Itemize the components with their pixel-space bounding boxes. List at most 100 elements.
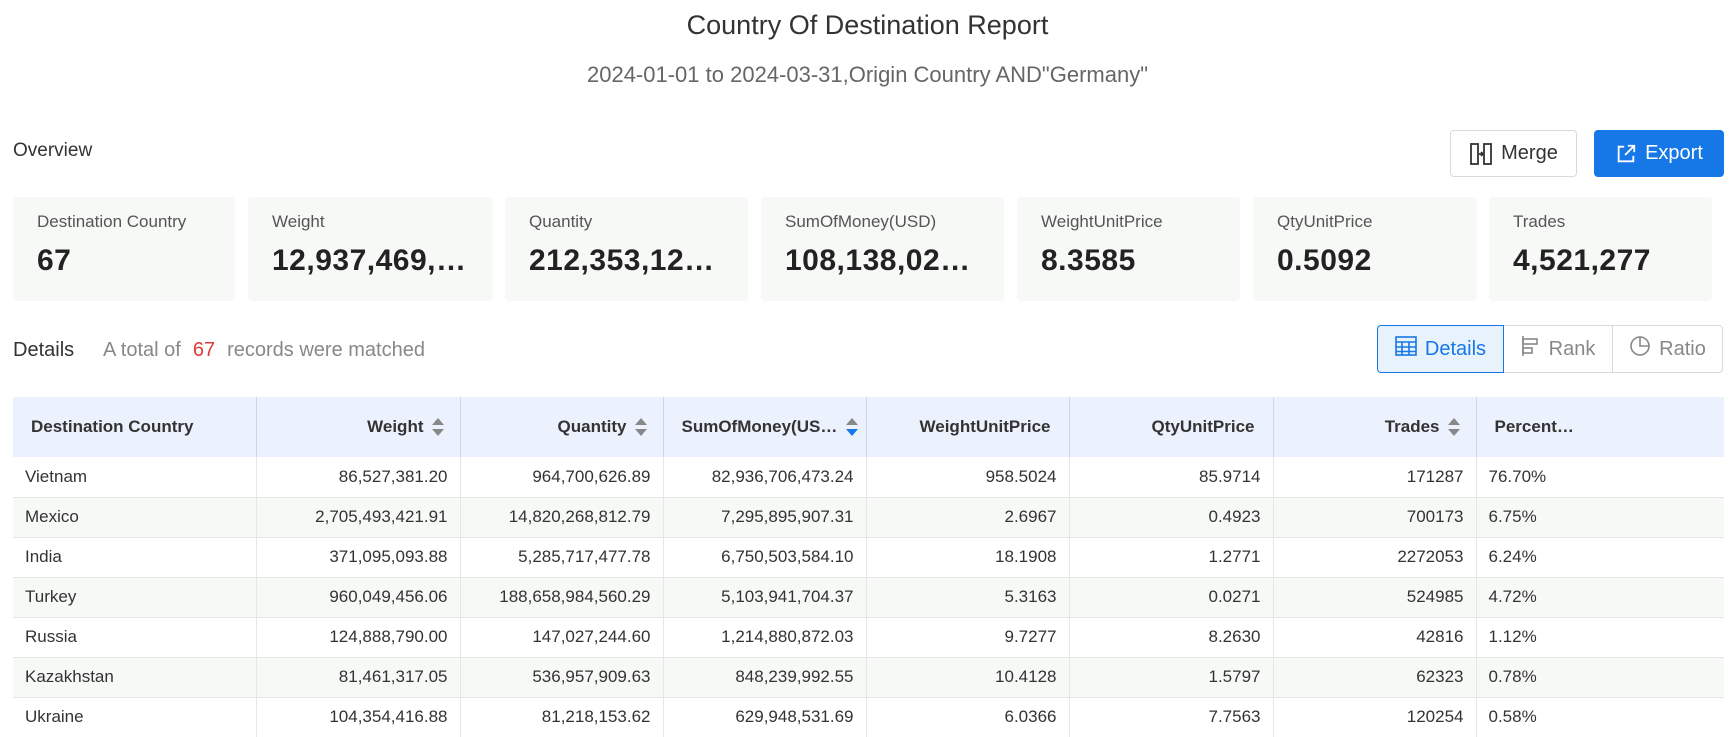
stat-card-weight-unit-price: WeightUnitPrice 8.3585 — [1017, 197, 1240, 301]
table-cell: 536,957,909.63 — [460, 657, 664, 698]
table-row[interactable]: Ukraine 104,354,416.88 81,218,153.62 629,94… — [13, 697, 1724, 737]
table-cell: 629,948,531.69 — [663, 697, 867, 737]
details-view-button[interactable]: Details — [1377, 325, 1504, 373]
table-row[interactable]: Vietnam 86,527,381.20 964,700,626.89 82,936… — [13, 457, 1724, 498]
table-cell: 5.3163 — [866, 577, 1070, 618]
table-cell: 9.7277 — [866, 617, 1070, 658]
column-header-sum-of-money[interactable]: SumOfMoney(USD) — [663, 397, 867, 457]
table-cell: 0.4923 — [1069, 497, 1274, 538]
table-cell: 8.2630 — [1069, 617, 1274, 658]
table-cell: 5,285,717,477.78 — [460, 537, 664, 578]
stat-label: Quantity — [529, 212, 593, 231]
table-cell: 6.75% — [1476, 497, 1724, 538]
stat-label: Destination Country — [37, 212, 187, 231]
stat-label: SumOfMoney(USD) — [785, 212, 937, 231]
table-cell: 62323 — [1273, 657, 1477, 698]
matched-count: 67 — [192, 339, 216, 361]
stat-card-weight: Weight 12,937,469,… — [248, 197, 493, 301]
sort-icon[interactable] — [1447, 417, 1460, 437]
country-cell: Ukraine — [13, 697, 257, 737]
table-cell: 86,527,381.20 — [256, 457, 461, 498]
table-cell: 81,461,317.05 — [256, 657, 461, 698]
merge-button[interactable]: Merge — [1450, 130, 1577, 177]
table-cell: 188,658,984,560.29 — [460, 577, 664, 618]
table-cell: 1.12% — [1476, 617, 1724, 658]
table-cell: 848,239,992.55 — [663, 657, 867, 698]
table-cell: 76.70% — [1476, 457, 1724, 498]
table-row[interactable]: Kazakhstan 81,461,317.05 536,957,909.63 848… — [13, 657, 1724, 698]
report-title: Country Of Destination Report — [686, 10, 1049, 40]
table-row[interactable]: Turkey 960,049,456.06 188,658,984,560.29 5,… — [13, 577, 1724, 618]
table-cell: 81,218,153.62 — [460, 697, 664, 737]
table-cell: 6.24% — [1476, 537, 1724, 578]
country-cell: Vietnam — [13, 457, 257, 498]
matched-prefix: A total of — [103, 339, 181, 361]
table-cell: 964,700,626.89 — [460, 457, 664, 498]
export-button[interactable]: Export — [1594, 130, 1724, 177]
sort-icon[interactable] — [431, 417, 444, 437]
view-toggle: Details Rank Ratio — [1377, 325, 1723, 373]
export-label: Export — [1645, 142, 1703, 164]
table-cell: 7.7563 — [1069, 697, 1274, 737]
ratio-view-button[interactable]: Ratio — [1613, 325, 1723, 373]
stat-value: 212,353,129… — [529, 244, 724, 277]
report-subtitle: 2024-01-01 to 2024-03-31,Origin Country … — [586, 62, 1149, 87]
stat-label: Trades — [1513, 212, 1566, 231]
table-header-row: Destination Country Weight Quantity SumO… — [13, 397, 1724, 457]
table-cell: 700173 — [1273, 497, 1477, 538]
records-matched-text: A total of 67 records were matched — [103, 339, 425, 362]
table-cell: 2272053 — [1273, 537, 1477, 578]
table-cell: 0.78% — [1476, 657, 1724, 698]
table-cell: 2.6967 — [866, 497, 1070, 538]
country-cell: India — [13, 537, 257, 578]
column-header-percent[interactable]: Percent… — [1476, 397, 1724, 457]
table-cell: 6.0366 — [866, 697, 1070, 737]
table-cell: 120254 — [1273, 697, 1477, 737]
stat-card-destination-country: Destination Country 67 — [13, 197, 235, 301]
column-header-destination-country[interactable]: Destination Country — [13, 397, 257, 457]
table-cell: 5,103,941,704.37 — [663, 577, 867, 618]
table-cell: 1.5797 — [1069, 657, 1274, 698]
ratio-view-label: Ratio — [1659, 337, 1706, 360]
table-cell: 0.58% — [1476, 697, 1724, 737]
stat-card-trades: Trades 4,521,277 — [1489, 197, 1712, 301]
country-cell: Russia — [13, 617, 257, 658]
table-row[interactable]: Mexico 2,705,493,421.91 14,820,268,812.79 7… — [13, 497, 1724, 538]
column-header-qty-unit-price: QtyUnitPrice — [1069, 397, 1274, 457]
column-header-quantity[interactable]: Quantity — [460, 397, 664, 457]
table-cell: 7,295,895,907.31 — [663, 497, 867, 538]
table-cell: 18.1908 — [866, 537, 1070, 578]
table-cell: 4.72% — [1476, 577, 1724, 618]
matched-suffix: records were matched — [227, 339, 425, 361]
rank-view-button[interactable]: Rank — [1504, 325, 1613, 373]
country-cell: Turkey — [13, 577, 257, 618]
column-header-weight-unit-price: WeightUnitPrice — [866, 397, 1070, 457]
table-cell: 171287 — [1273, 457, 1477, 498]
table-cell: 2,705,493,421.91 — [256, 497, 461, 538]
sort-icon[interactable] — [634, 417, 647, 437]
table-row[interactable]: Russia 124,888,790.00 147,027,244.60 1,214,… — [13, 617, 1724, 658]
country-cell: Kazakhstan — [13, 657, 257, 698]
table-cell: 147,027,244.60 — [460, 617, 664, 658]
stat-card-qty-unit-price: QtyUnitPrice 0.5092 — [1253, 197, 1477, 301]
stat-card-sum-of-money: SumOfMoney(USD) 108,138,022… — [761, 197, 1004, 301]
stat-label: WeightUnitPrice — [1041, 212, 1163, 231]
merge-label: Merge — [1501, 142, 1558, 164]
table-cell: 958.5024 — [866, 457, 1070, 498]
rank-bars-icon — [1521, 335, 1541, 363]
table-cell: 82,936,706,473.24 — [663, 457, 867, 498]
sort-desc-active-icon[interactable] — [846, 417, 859, 437]
table-cell: 371,095,093.88 — [256, 537, 461, 578]
table-cell: 124,888,790.00 — [256, 617, 461, 658]
table-cell: 960,049,456.06 — [256, 577, 461, 618]
merge-icon — [1469, 142, 1493, 166]
column-header-weight[interactable]: Weight — [256, 397, 461, 457]
column-header-trades[interactable]: Trades — [1273, 397, 1477, 457]
stat-value: 12,937,469,… — [272, 244, 467, 277]
details-heading: Details — [13, 339, 75, 361]
table-cell: 85.9714 — [1069, 457, 1274, 498]
table-row[interactable]: India 371,095,093.88 5,285,717,477.78 6,750… — [13, 537, 1724, 578]
table-cell: 10.4128 — [866, 657, 1070, 698]
stat-value: 108,138,022… — [785, 244, 980, 277]
table-cell: 1,214,880,872.03 — [663, 617, 867, 658]
